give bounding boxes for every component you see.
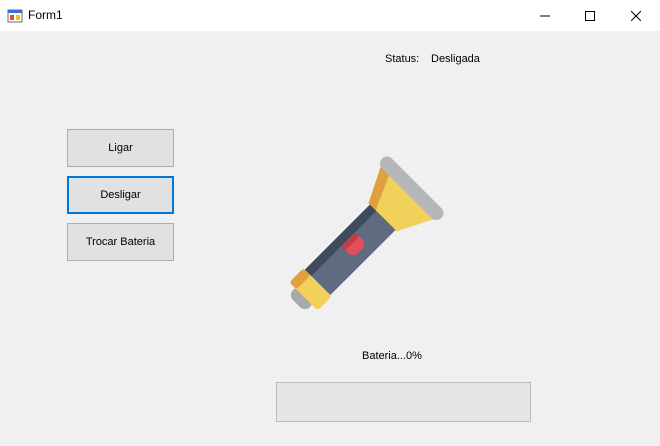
title-bar[interactable]: Form1 [0, 0, 660, 31]
form-app-icon[interactable] [7, 8, 23, 24]
status-value: Desligada [431, 53, 480, 65]
battery-progress-bar [276, 382, 531, 422]
flashlight-icon [290, 156, 444, 310]
minimize-button[interactable] [522, 0, 568, 31]
status-label: Status: [385, 53, 420, 65]
window-title: Form1 [28, 8, 63, 22]
ligar-button[interactable]: Ligar [67, 129, 174, 167]
desligar-button[interactable]: Desligar [67, 176, 174, 214]
minimize-icon [540, 15, 550, 16]
form-window: Form1 Status: Desligada Ligar Desligar T… [0, 0, 660, 446]
maximize-icon [585, 10, 595, 21]
close-icon [631, 10, 641, 21]
close-button[interactable] [613, 0, 659, 31]
battery-label: Bateria...0% [362, 350, 422, 362]
flashlight-image [268, 128, 472, 332]
maximize-button[interactable] [567, 0, 613, 31]
trocar-bateria-button[interactable]: Trocar Bateria [67, 223, 174, 261]
